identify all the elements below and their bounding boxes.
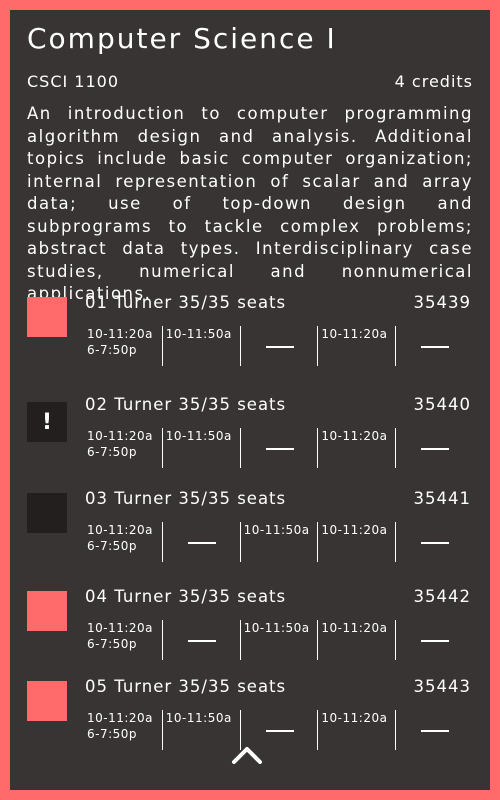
meeting-time: 10-11:20a [321, 621, 388, 635]
course-credits: 4 credits [394, 72, 473, 91]
section-label: 03 Turner 35/35 seats [85, 489, 287, 508]
meeting-time: 10-11:50a [243, 621, 310, 635]
section-label: 01 Turner 35/35 seats [85, 293, 287, 312]
section-crn: 35441 [413, 489, 471, 508]
meeting-time: 6-7:50p [87, 343, 138, 357]
course-meta: CSCI 1100 4 credits [27, 72, 473, 91]
day-times: 10-11:20a 6-7:50p [84, 522, 162, 562]
day-times: 10-11:20a 6-7:50p [84, 428, 162, 468]
meeting-time: 10-11:50a [165, 327, 232, 341]
course-description: An introduction to computer programming … [27, 104, 473, 303]
meeting-time: 10-11:50a [165, 711, 232, 725]
meeting-time: 10-11:20a [321, 429, 388, 443]
day-times: 10-11:20a [317, 620, 395, 660]
section-header: 04 Turner 35/35 seats 35442 [85, 587, 471, 606]
course-card: Computer Science I CSCI 1100 4 credits A… [10, 10, 490, 790]
section-schedule: 10-11:20a 6-7:50p 10-11:50a 10-11:20a [84, 620, 473, 660]
section-schedule: 10-11:20a 6-7:50p 10-11:50a 10-11:20a [84, 522, 473, 562]
section-row[interactable]: 03 Turner 35/35 seats 35441 10-11:20a 6-7:5… [27, 489, 473, 572]
section-header: 01 Turner 35/35 seats 35439 [85, 293, 471, 312]
section-header: 03 Turner 35/35 seats 35441 [85, 489, 471, 508]
day-no-class [239, 710, 318, 750]
course-title: Computer Science I [27, 22, 337, 55]
section-header: 02 Turner 35/35 seats 35440 [85, 395, 471, 414]
meeting-time: 10-11:50a [165, 429, 232, 443]
day-no-class [395, 620, 473, 660]
section-header: 05 Turner 35/35 seats 35443 [85, 677, 471, 696]
day-no-class [395, 710, 473, 750]
status-indicator[interactable] [27, 591, 67, 631]
section-crn: 35439 [413, 293, 471, 312]
day-times: 10-11:50a [161, 428, 240, 468]
section-label: 05 Turner 35/35 seats [85, 677, 287, 696]
day-times: 10-11:50a [239, 522, 318, 562]
meeting-time: 10-11:20a [87, 523, 154, 537]
meeting-time: 6-7:50p [87, 637, 138, 651]
section-schedule: 10-11:20a 6-7:50p 10-11:50a 10-11:20a [84, 326, 473, 366]
section-row[interactable]: 01 Turner 35/35 seats 35439 10-11:20a 6-7:5… [27, 293, 473, 376]
day-no-class [395, 326, 473, 366]
meeting-time: 10-11:20a [321, 711, 388, 725]
day-times: 10-11:20a [317, 428, 395, 468]
day-no-class [395, 428, 473, 468]
day-times: 10-11:20a [317, 326, 395, 366]
meeting-time: 6-7:50p [87, 445, 138, 459]
meeting-time: 6-7:50p [87, 539, 138, 553]
meeting-time: 10-11:50a [243, 523, 310, 537]
section-row[interactable]: ! 02 Turner 35/35 seats 35440 10-11:20a 6-7:… [27, 395, 473, 478]
warning-status-icon[interactable]: ! [27, 402, 67, 442]
meeting-time: 6-7:50p [87, 727, 138, 741]
meeting-time: 10-11:20a [87, 327, 154, 341]
day-no-class [395, 522, 473, 562]
section-label: 02 Turner 35/35 seats [85, 395, 287, 414]
chevron-up-icon[interactable] [231, 745, 263, 765]
meeting-time: 10-11:20a [321, 327, 388, 341]
day-times: 10-11:20a [317, 522, 395, 562]
status-indicator[interactable] [27, 681, 67, 721]
section-schedule: 10-11:20a 6-7:50p 10-11:50a 10-11:20a [84, 710, 473, 750]
course-code: CSCI 1100 [27, 72, 120, 91]
day-no-class [161, 522, 240, 562]
day-no-class [239, 326, 318, 366]
day-times: 10-11:20a [317, 710, 395, 750]
section-crn: 35443 [413, 677, 471, 696]
day-no-class [239, 428, 318, 468]
meeting-time: 10-11:20a [87, 621, 154, 635]
day-times: 10-11:50a [161, 710, 240, 750]
day-no-class [161, 620, 240, 660]
day-times: 10-11:50a [161, 326, 240, 366]
day-times: 10-11:20a 6-7:50p [84, 620, 162, 660]
meeting-time: 10-11:20a [87, 429, 154, 443]
day-times: 10-11:20a 6-7:50p [84, 710, 162, 750]
status-indicator[interactable] [27, 297, 67, 337]
section-row[interactable]: 04 Turner 35/35 seats 35442 10-11:20a 6-7:5… [27, 587, 473, 670]
section-crn: 35440 [413, 395, 471, 414]
section-label: 04 Turner 35/35 seats [85, 587, 287, 606]
day-times: 10-11:50a [239, 620, 318, 660]
day-times: 10-11:20a 6-7:50p [84, 326, 162, 366]
meeting-time: 10-11:20a [87, 711, 154, 725]
section-schedule: 10-11:20a 6-7:50p 10-11:50a 10-11:20a [84, 428, 473, 468]
status-indicator[interactable] [27, 493, 67, 533]
section-crn: 35442 [413, 587, 471, 606]
meeting-time: 10-11:20a [321, 523, 388, 537]
